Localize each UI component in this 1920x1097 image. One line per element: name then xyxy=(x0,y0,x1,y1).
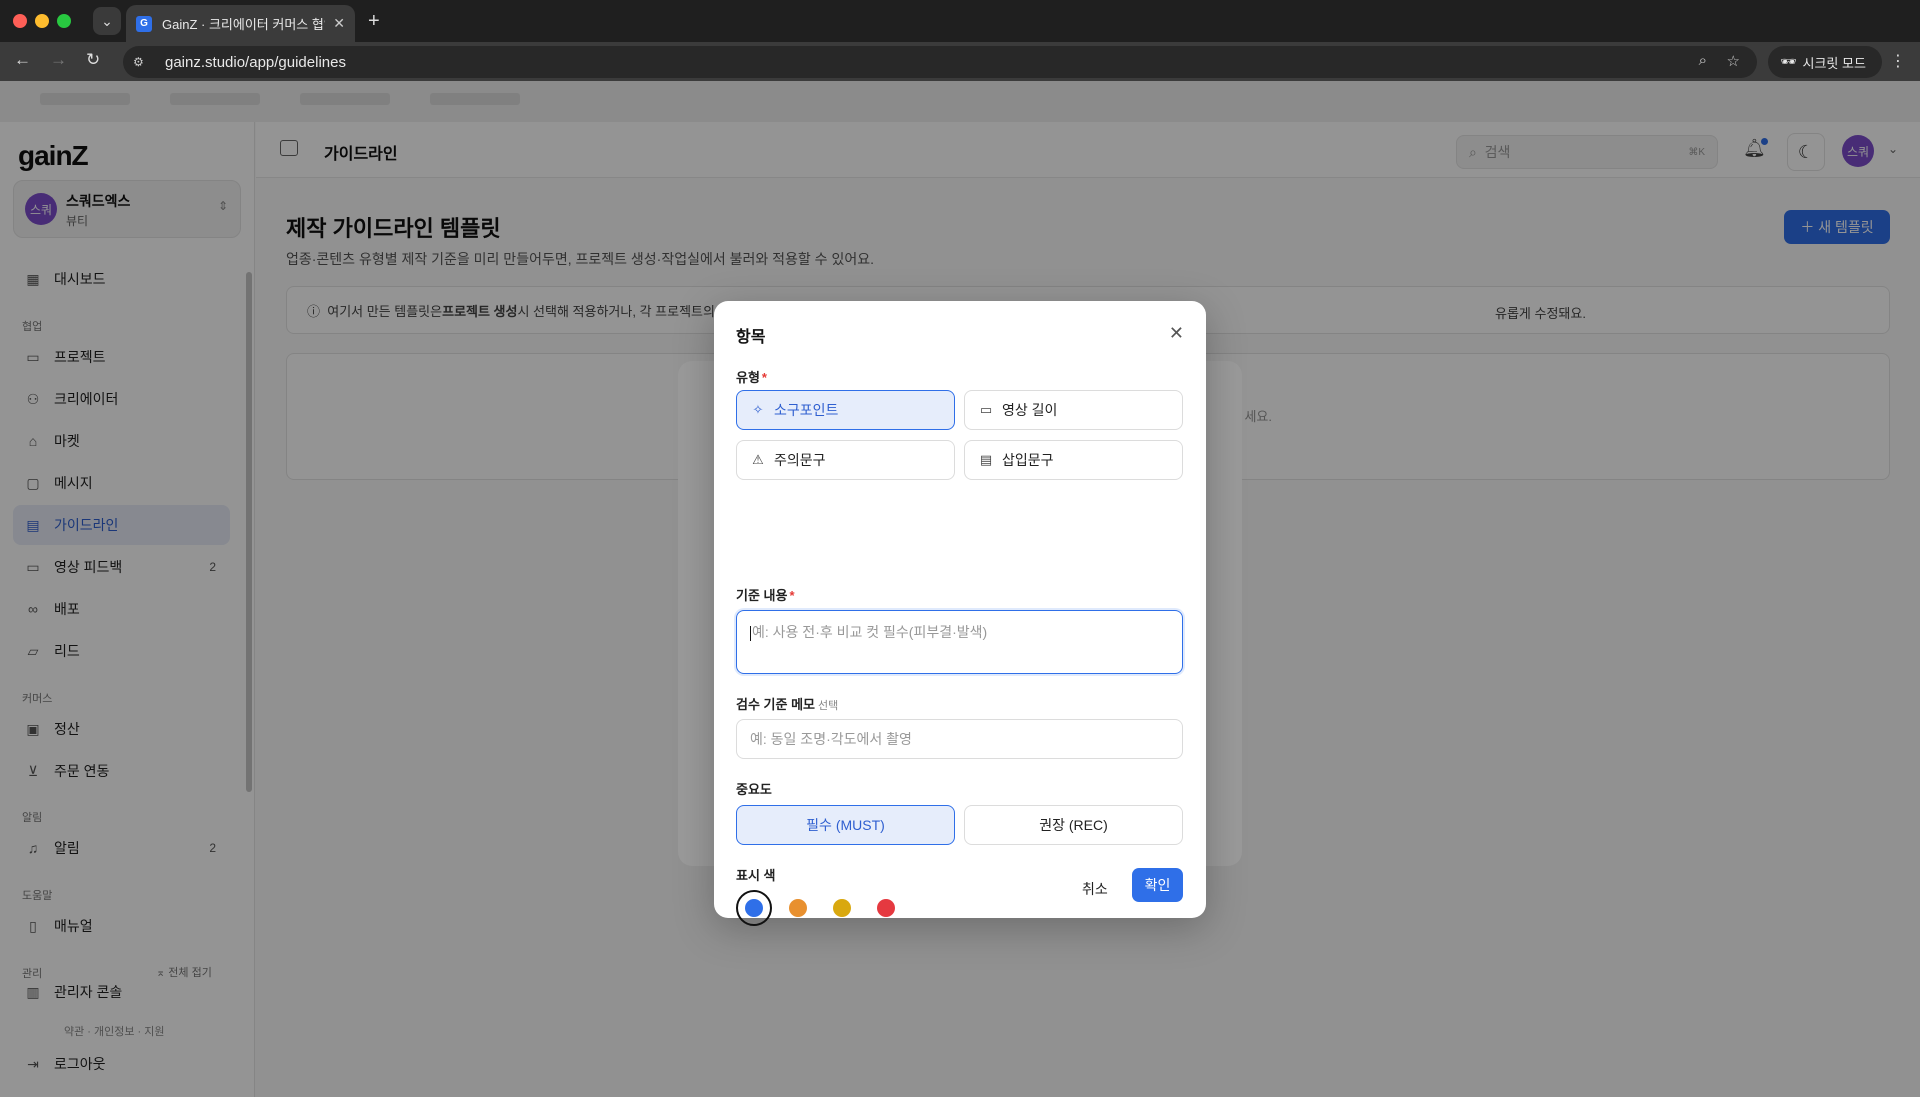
url-text: gainz.studio/app/guidelines xyxy=(165,53,346,71)
type-option-label: 주의문구 xyxy=(774,452,826,468)
tab-title: GainZ · 크리에이터 커머스 협업 C xyxy=(162,17,325,32)
type-option-label: 소구포인트 xyxy=(774,402,839,418)
color-swatch-yellow[interactable] xyxy=(833,899,851,917)
content-textarea[interactable]: 예: 사용 전·후 비교 컷 필수(피부결·발색) xyxy=(736,610,1183,674)
content-placeholder: 예: 사용 전·후 비교 컷 필수(피부결·발색) xyxy=(752,624,988,640)
zoom-icon[interactable]: ⌕ xyxy=(1699,52,1707,69)
type-option-appeal-point[interactable]: ✧ 소구포인트 xyxy=(736,390,955,430)
cancel-button[interactable]: 취소 xyxy=(1082,879,1108,899)
close-window-button[interactable] xyxy=(13,14,27,28)
dialog-title: 항목 xyxy=(736,329,766,346)
video-icon: ▭ xyxy=(979,402,993,417)
importance-must-button[interactable]: 필수 (MUST) xyxy=(736,805,955,845)
browser-menu-icon[interactable]: ⋮ xyxy=(1890,51,1906,71)
address-bar[interactable]: ⚙ gainz.studio/app/guidelines ⌕ ☆ xyxy=(123,46,1757,78)
type-option-label: 삽입문구 xyxy=(1002,452,1054,468)
maximize-window-button[interactable] xyxy=(57,14,71,28)
type-option-insert-text[interactable]: ▤ 삽입문구 xyxy=(964,440,1183,480)
color-label: 표시 색 xyxy=(736,868,776,883)
tab-search-button[interactable]: ⌄ xyxy=(93,7,121,35)
favicon: G xyxy=(136,15,152,32)
forward-icon[interactable]: → xyxy=(50,50,67,70)
type-label: 유형 * xyxy=(736,370,767,385)
memo-placeholder: 예: 동일 조명·각도에서 촬영 xyxy=(750,731,912,747)
type-option-label: 영상 길이 xyxy=(1002,402,1058,418)
color-swatch-red[interactable] xyxy=(877,899,895,917)
tab-bar: ⌄ G GainZ · 크리에이터 커머스 협업 C ✕ + xyxy=(0,0,1920,42)
bg-modal-hint: 세요. xyxy=(1244,409,1272,424)
memo-input[interactable]: 예: 동일 조명·각도에서 촬영 xyxy=(736,719,1183,759)
incognito-label: 시크릿 모드 xyxy=(1802,55,1866,71)
item-dialog: 항목 ✕ 유형 * ✧ 소구포인트 ▭ 영상 길이 ⚠ 주의문구 ▤ 삽입문구 기준 내용… xyxy=(714,301,1206,926)
color-swatch-orange[interactable] xyxy=(789,899,807,917)
close-tab-icon[interactable]: ✕ xyxy=(333,15,345,32)
browser-tab[interactable]: G GainZ · 크리에이터 커머스 협업 C ✕ xyxy=(126,5,355,42)
bookmark-star-icon[interactable]: ☆ xyxy=(1727,52,1740,70)
reload-icon[interactable]: ↻ xyxy=(86,50,100,70)
color-swatch-blue[interactable] xyxy=(745,899,763,917)
importance-rec-button[interactable]: 권장 (REC) xyxy=(964,805,1183,845)
browser-chrome: ⌄ G GainZ · 크리에이터 커머스 협업 C ✕ + ← → ↻ ⚙ g… xyxy=(0,0,1920,81)
type-option-caution[interactable]: ⚠ 주의문구 xyxy=(736,440,955,480)
memo-label: 검수 기준 메모 선택 xyxy=(736,697,839,712)
type-option-video-length[interactable]: ▭ 영상 길이 xyxy=(964,390,1183,430)
new-tab-icon[interactable]: + xyxy=(368,10,380,33)
back-icon[interactable]: ← xyxy=(14,50,31,70)
browser-toolbar: ← → ↻ ⚙ gainz.studio/app/guidelines ⌕ ☆ … xyxy=(0,42,1920,81)
sparkle-icon: ✧ xyxy=(752,402,764,417)
incognito-badge[interactable]: 🕶 시크릿 모드 xyxy=(1768,46,1882,78)
page: gainZ 스쿼 스쿼드엑스 뷰티 ⇕ ▦ 대시보드 협업 ▭ 프로젝트 ⚇ 크리에이… xyxy=(0,81,1920,1097)
importance-label: 중요도 xyxy=(736,782,772,797)
warning-icon: ⚠ xyxy=(752,452,764,467)
close-icon[interactable]: ✕ xyxy=(1169,323,1184,344)
minimize-window-button[interactable] xyxy=(35,14,49,28)
content-label: 기준 내용 * xyxy=(736,588,795,603)
document-icon: ▤ xyxy=(979,452,993,467)
confirm-button[interactable]: 확인 xyxy=(1132,868,1183,902)
site-settings-icon[interactable]: ⚙ xyxy=(133,55,153,69)
chevron-down-icon: ⌄ xyxy=(101,12,113,29)
incognito-icon: 🕶 xyxy=(1780,54,1797,69)
